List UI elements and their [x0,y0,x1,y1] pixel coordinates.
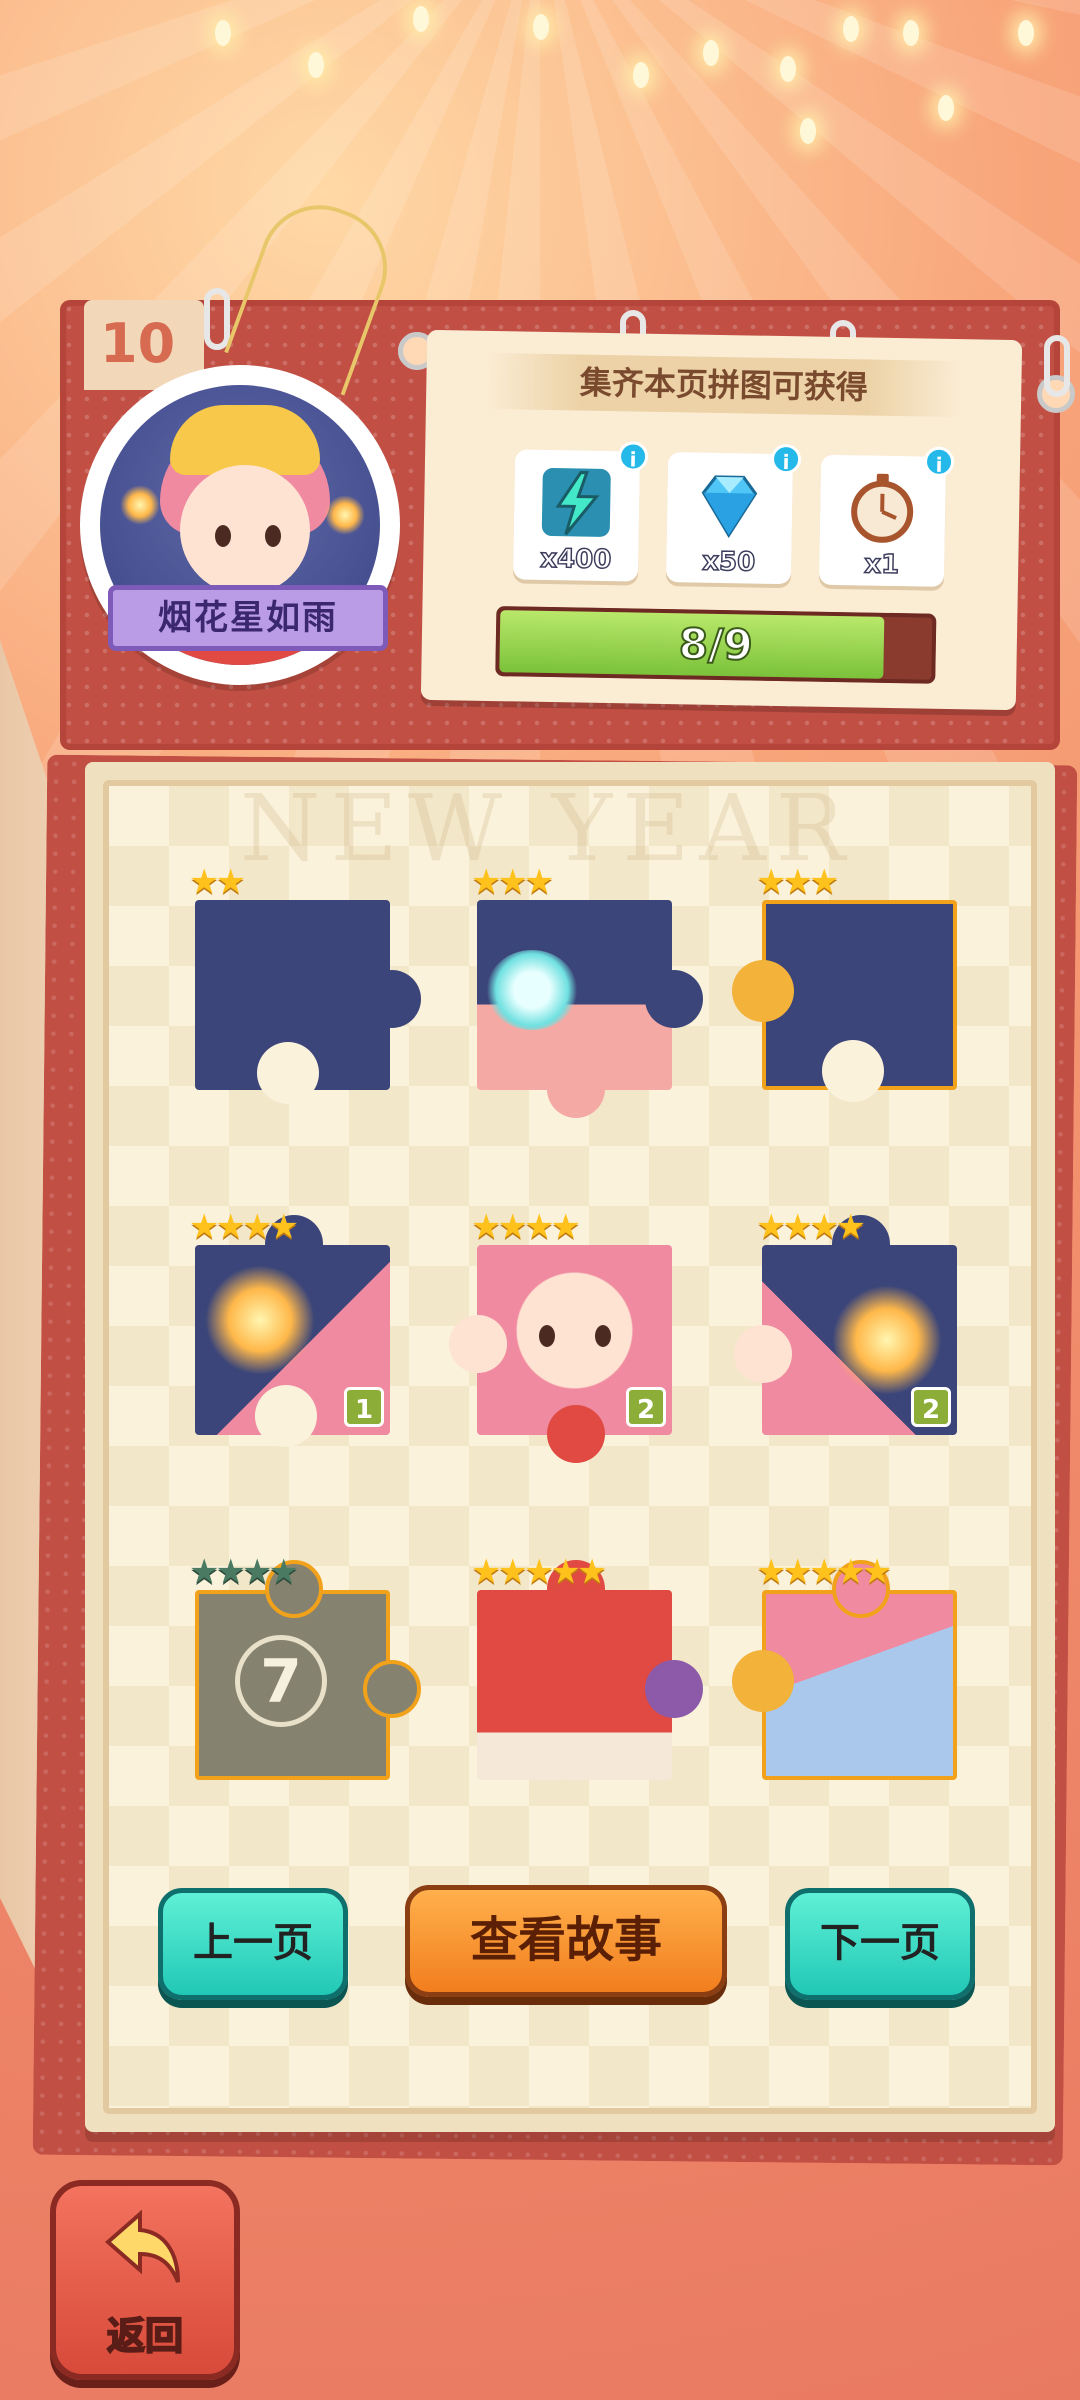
star-rating: ★★★★ [189,1552,299,1592]
progress-label: 8/9 [677,618,754,670]
reward-qty: x1 [863,549,900,581]
stopwatch-icon [851,473,914,543]
sparkler-icon [205,1265,315,1375]
star-rating: ★★★★★ [471,1552,607,1592]
star-rating: ★★★★ [471,1207,581,1247]
info-icon[interactable]: i [617,441,649,472]
reward-card: 集齐本页拼图可获得 x400 i x50 i x1 i 8/9 [420,329,1023,711]
eye [595,1325,611,1347]
star-rating: ★★★ [471,862,554,902]
duplicate-count-badge: 2 [626,1387,666,1427]
puzzle-piece-8[interactable]: ★★★★★ [471,1552,703,1780]
duplicate-count-badge: 2 [911,1387,951,1427]
eye [539,1325,555,1347]
reward-title: 集齐本页拼图可获得 [485,352,962,418]
puzzle-piece-4[interactable]: ★★★★ 1 [189,1207,390,1447]
reward-stopwatch[interactable]: x1 i [818,446,955,587]
collection-progress-bar: 8/9 [495,606,937,684]
sparkler-icon [325,495,365,535]
star-rating: ★★★★ [756,1207,866,1247]
puzzle-piece-5[interactable]: ★★★★ 2 [449,1207,672,1463]
view-story-button[interactable]: 查看故事 [405,1885,727,1997]
reward-qty: x400 [539,543,612,576]
star-rating: ★★★★★ [756,1552,892,1592]
character-name-ribbon: 烟花星如雨 [108,585,388,651]
puzzle-piece-2[interactable]: ★★★ [471,862,703,1118]
star-rating: ★★ [189,862,246,902]
duplicate-count-badge: 1 [344,1387,384,1427]
star-rating: ★★★★ [189,1207,299,1247]
reward-energy[interactable]: x400 i [512,441,649,582]
info-icon[interactable]: i [923,446,955,478]
puzzle-piece-6[interactable]: ★★★★ 2 [734,1207,957,1435]
reward-qty: x50 [701,546,756,578]
puzzle-piece-7-locked[interactable]: 7 ★★★★ [189,1552,421,1780]
paw-icon [487,950,577,1030]
return-arrow-icon [104,2209,180,2283]
binder-ring-icon [1044,335,1070,397]
previous-page-button[interactable]: 上一页 [158,1888,348,2000]
star-rating: ★★★ [756,862,839,902]
next-page-button[interactable]: 下一页 [785,1888,975,2000]
sparkler-icon [832,1285,942,1395]
back-label: 返回 [106,2313,184,2359]
puzzle-piece-1[interactable]: ★★ [189,862,421,1104]
info-icon[interactable]: i [770,443,802,475]
sparkler-icon [120,485,160,525]
puzzle-piece-3[interactable]: ★★★ [732,862,957,1102]
lightning-energy-icon [541,468,611,537]
binder-ring-icon [204,288,230,350]
blue-diamond-icon [701,475,758,538]
back-button[interactable]: 返回 [50,2180,240,2380]
puzzle-piece-9[interactable]: ★★★★★ [732,1552,957,1780]
reward-diamond[interactable]: x50 i [665,443,802,585]
locked-piece-number: 7 [235,1635,327,1727]
page-number: 10 [100,312,176,375]
